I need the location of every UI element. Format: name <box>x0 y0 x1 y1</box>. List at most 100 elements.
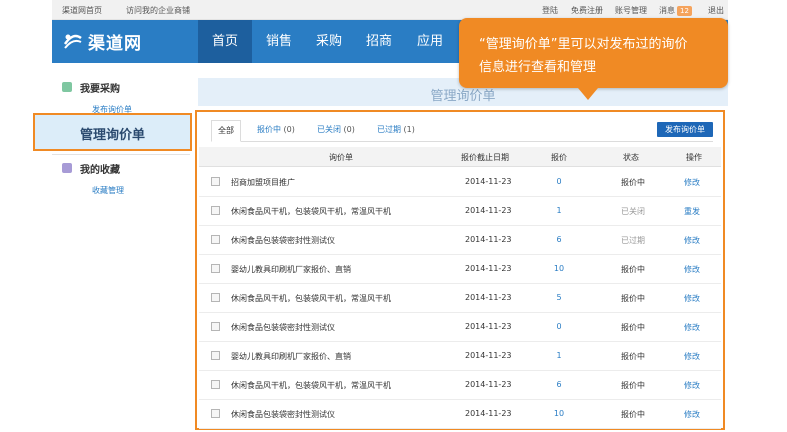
action-link[interactable]: 修改 <box>677 322 707 333</box>
deadline-date: 2014-11-23 <box>465 380 512 389</box>
link-register[interactable]: 免费注册 <box>571 5 603 16</box>
inquiry-title[interactable]: 休闲食品风干机，包装袋风干机，常温风干机 <box>231 206 391 217</box>
tab-count: (0) <box>343 125 355 134</box>
table-row: 招商加盟项目推广 2014-11-23 0 报价中 修改 <box>199 168 721 197</box>
quote-count[interactable]: 0 <box>539 177 579 186</box>
status-text: 报价中 <box>621 381 645 390</box>
status-text: 报价中 <box>621 410 645 419</box>
deadline-date: 2014-11-23 <box>465 293 512 302</box>
quote-count[interactable]: 6 <box>539 380 579 389</box>
action-link[interactable]: 修改 <box>677 293 707 304</box>
tab-expired[interactable]: 已过期 (1) <box>371 120 421 142</box>
status-text: 报价中 <box>621 265 645 274</box>
row-checkbox[interactable] <box>211 235 220 244</box>
callout-text-line-2: 信息进行查看和管理 <box>479 60 597 75</box>
tab-label: 报价中 <box>257 125 281 134</box>
action-link[interactable]: 修改 <box>677 177 707 188</box>
callout-text-line-1: “管理询价单”里可以对发布过的询价 <box>479 37 688 52</box>
quote-count[interactable]: 1 <box>539 206 579 215</box>
row-checkbox[interactable] <box>211 351 220 360</box>
cart-icon <box>62 82 72 92</box>
tab-count: (0) <box>283 125 295 134</box>
deadline-date: 2014-11-23 <box>465 409 512 418</box>
inquiry-title[interactable]: 休闲食品包装袋密封性测试仪 <box>231 322 335 333</box>
tab-quoting[interactable]: 报价中 (0) <box>251 120 301 142</box>
row-checkbox[interactable] <box>211 322 220 331</box>
nav-sales[interactable]: 销售 <box>252 20 306 63</box>
favorites-icon <box>62 163 72 173</box>
row-checkbox[interactable] <box>211 380 220 389</box>
inquiry-title[interactable]: 招商加盟项目推广 <box>231 177 295 188</box>
nav-purchase[interactable]: 采购 <box>302 20 356 63</box>
status-text: 报价中 <box>621 323 645 332</box>
col-header-status: 状态 <box>623 153 639 162</box>
link-logout[interactable]: 退出 <box>708 5 724 16</box>
inquiry-list-panel: 全部 报价中 (0) 已关闭 (0) 已过期 (1) 发布询价单 询价单 报价截… <box>195 110 725 430</box>
deadline-date: 2014-11-23 <box>465 322 512 331</box>
action-link[interactable]: 修改 <box>677 264 707 275</box>
tab-closed[interactable]: 已关闭 (0) <box>311 120 361 142</box>
row-checkbox[interactable] <box>211 293 220 302</box>
sidebar-item-label: 管理询价单 <box>79 128 145 143</box>
link-account[interactable]: 账号管理 <box>615 5 647 16</box>
row-checkbox[interactable] <box>211 264 220 273</box>
deadline-date: 2014-11-23 <box>465 264 512 273</box>
tab-label: 已关闭 <box>317 125 341 134</box>
nav-apps[interactable]: 应用 <box>403 20 457 63</box>
action-link[interactable]: 修改 <box>677 380 707 391</box>
nav-investment[interactable]: 招商 <box>352 20 406 63</box>
sidebar-item-manage-inquiries[interactable]: 管理询价单 <box>33 113 192 151</box>
table-row: 婴幼儿教具印刷机厂家报价、直销 2014-11-23 1 报价中 修改 <box>199 342 721 371</box>
row-checkbox[interactable] <box>211 409 220 418</box>
sidebar-link-manage-favorites[interactable]: 收藏管理 <box>92 185 124 196</box>
quote-count[interactable]: 10 <box>539 264 579 273</box>
logo-icon <box>63 34 82 49</box>
action-link[interactable]: 修改 <box>677 235 707 246</box>
logo[interactable]: 渠道网 <box>62 30 142 54</box>
inquiry-title[interactable]: 婴幼儿教具印刷机厂家报价、直销 <box>231 264 351 275</box>
table-header: 询价单 报价截止日期 报价 状态 操作 <box>199 147 721 167</box>
inquiry-title[interactable]: 休闲食品包装袋密封性测试仪 <box>231 235 335 246</box>
quote-count[interactable]: 1 <box>539 351 579 360</box>
row-checkbox[interactable] <box>211 206 220 215</box>
deadline-date: 2014-11-23 <box>465 351 512 360</box>
row-checkbox[interactable] <box>211 177 220 186</box>
sidebar-section-title: 我的收藏 <box>80 164 120 176</box>
action-link[interactable]: 重发 <box>677 206 707 217</box>
sidebar-section-purchase: 我要采购 <box>62 78 120 96</box>
status-text: 报价中 <box>621 178 645 187</box>
sidebar-section-favorites: 我的收藏 <box>62 159 120 177</box>
table-row: 休闲食品风干机，包装袋风干机，常温风干机 2014-11-23 6 报价中 修改 <box>199 371 721 400</box>
deadline-date: 2014-11-23 <box>465 177 512 186</box>
inquiry-title[interactable]: 婴幼儿教具印刷机厂家报价、直销 <box>231 351 351 362</box>
table-row: 婴幼儿教具印刷机厂家报价、直销 2014-11-23 10 报价中 修改 <box>199 255 721 284</box>
tab-all[interactable]: 全部 <box>211 120 241 142</box>
col-header-deadline: 报价截止日期 <box>461 153 509 162</box>
col-header-action: 操作 <box>686 153 702 162</box>
nav-home[interactable]: 首页 <box>198 20 252 63</box>
callout-pointer <box>578 88 598 100</box>
status-text: 报价中 <box>621 352 645 361</box>
deadline-date: 2014-11-23 <box>465 235 512 244</box>
link-messages[interactable]: 消息 12 <box>659 5 692 16</box>
table-row: 休闲食品包装袋密封性测试仪 2014-11-23 10 报价中 修改 <box>199 400 721 429</box>
inquiry-title[interactable]: 休闲食品包装袋密封性测试仪 <box>231 409 335 420</box>
quote-count[interactable]: 0 <box>539 322 579 331</box>
quote-count[interactable]: 10 <box>539 409 579 418</box>
link-my-shop[interactable]: 访问我的企业商铺 <box>126 5 190 16</box>
action-link[interactable]: 修改 <box>677 351 707 362</box>
logo-text: 渠道网 <box>88 33 142 54</box>
quote-count[interactable]: 6 <box>539 235 579 244</box>
tooltip-callout: “管理询价单”里可以对发布过的询价 信息进行查看和管理 <box>459 18 728 88</box>
sidebar-divider <box>52 154 190 155</box>
link-home[interactable]: 渠道网首页 <box>62 5 102 16</box>
publish-inquiry-button[interactable]: 发布询价单 <box>657 122 713 137</box>
top-utility-bar: 渠道网首页 访问我的企业商铺 登陆 免费注册 账号管理 消息 12 退出 <box>52 0 728 20</box>
link-login[interactable]: 登陆 <box>542 5 558 16</box>
quote-count[interactable]: 5 <box>539 293 579 302</box>
inquiry-title[interactable]: 休闲食品风干机，包装袋风干机，常温风干机 <box>231 293 391 304</box>
messages-label: 消息 <box>659 6 675 15</box>
inquiry-title[interactable]: 休闲食品风干机，包装袋风干机，常温风干机 <box>231 380 391 391</box>
action-link[interactable]: 修改 <box>677 409 707 420</box>
status-text: 已过期 <box>621 236 645 245</box>
